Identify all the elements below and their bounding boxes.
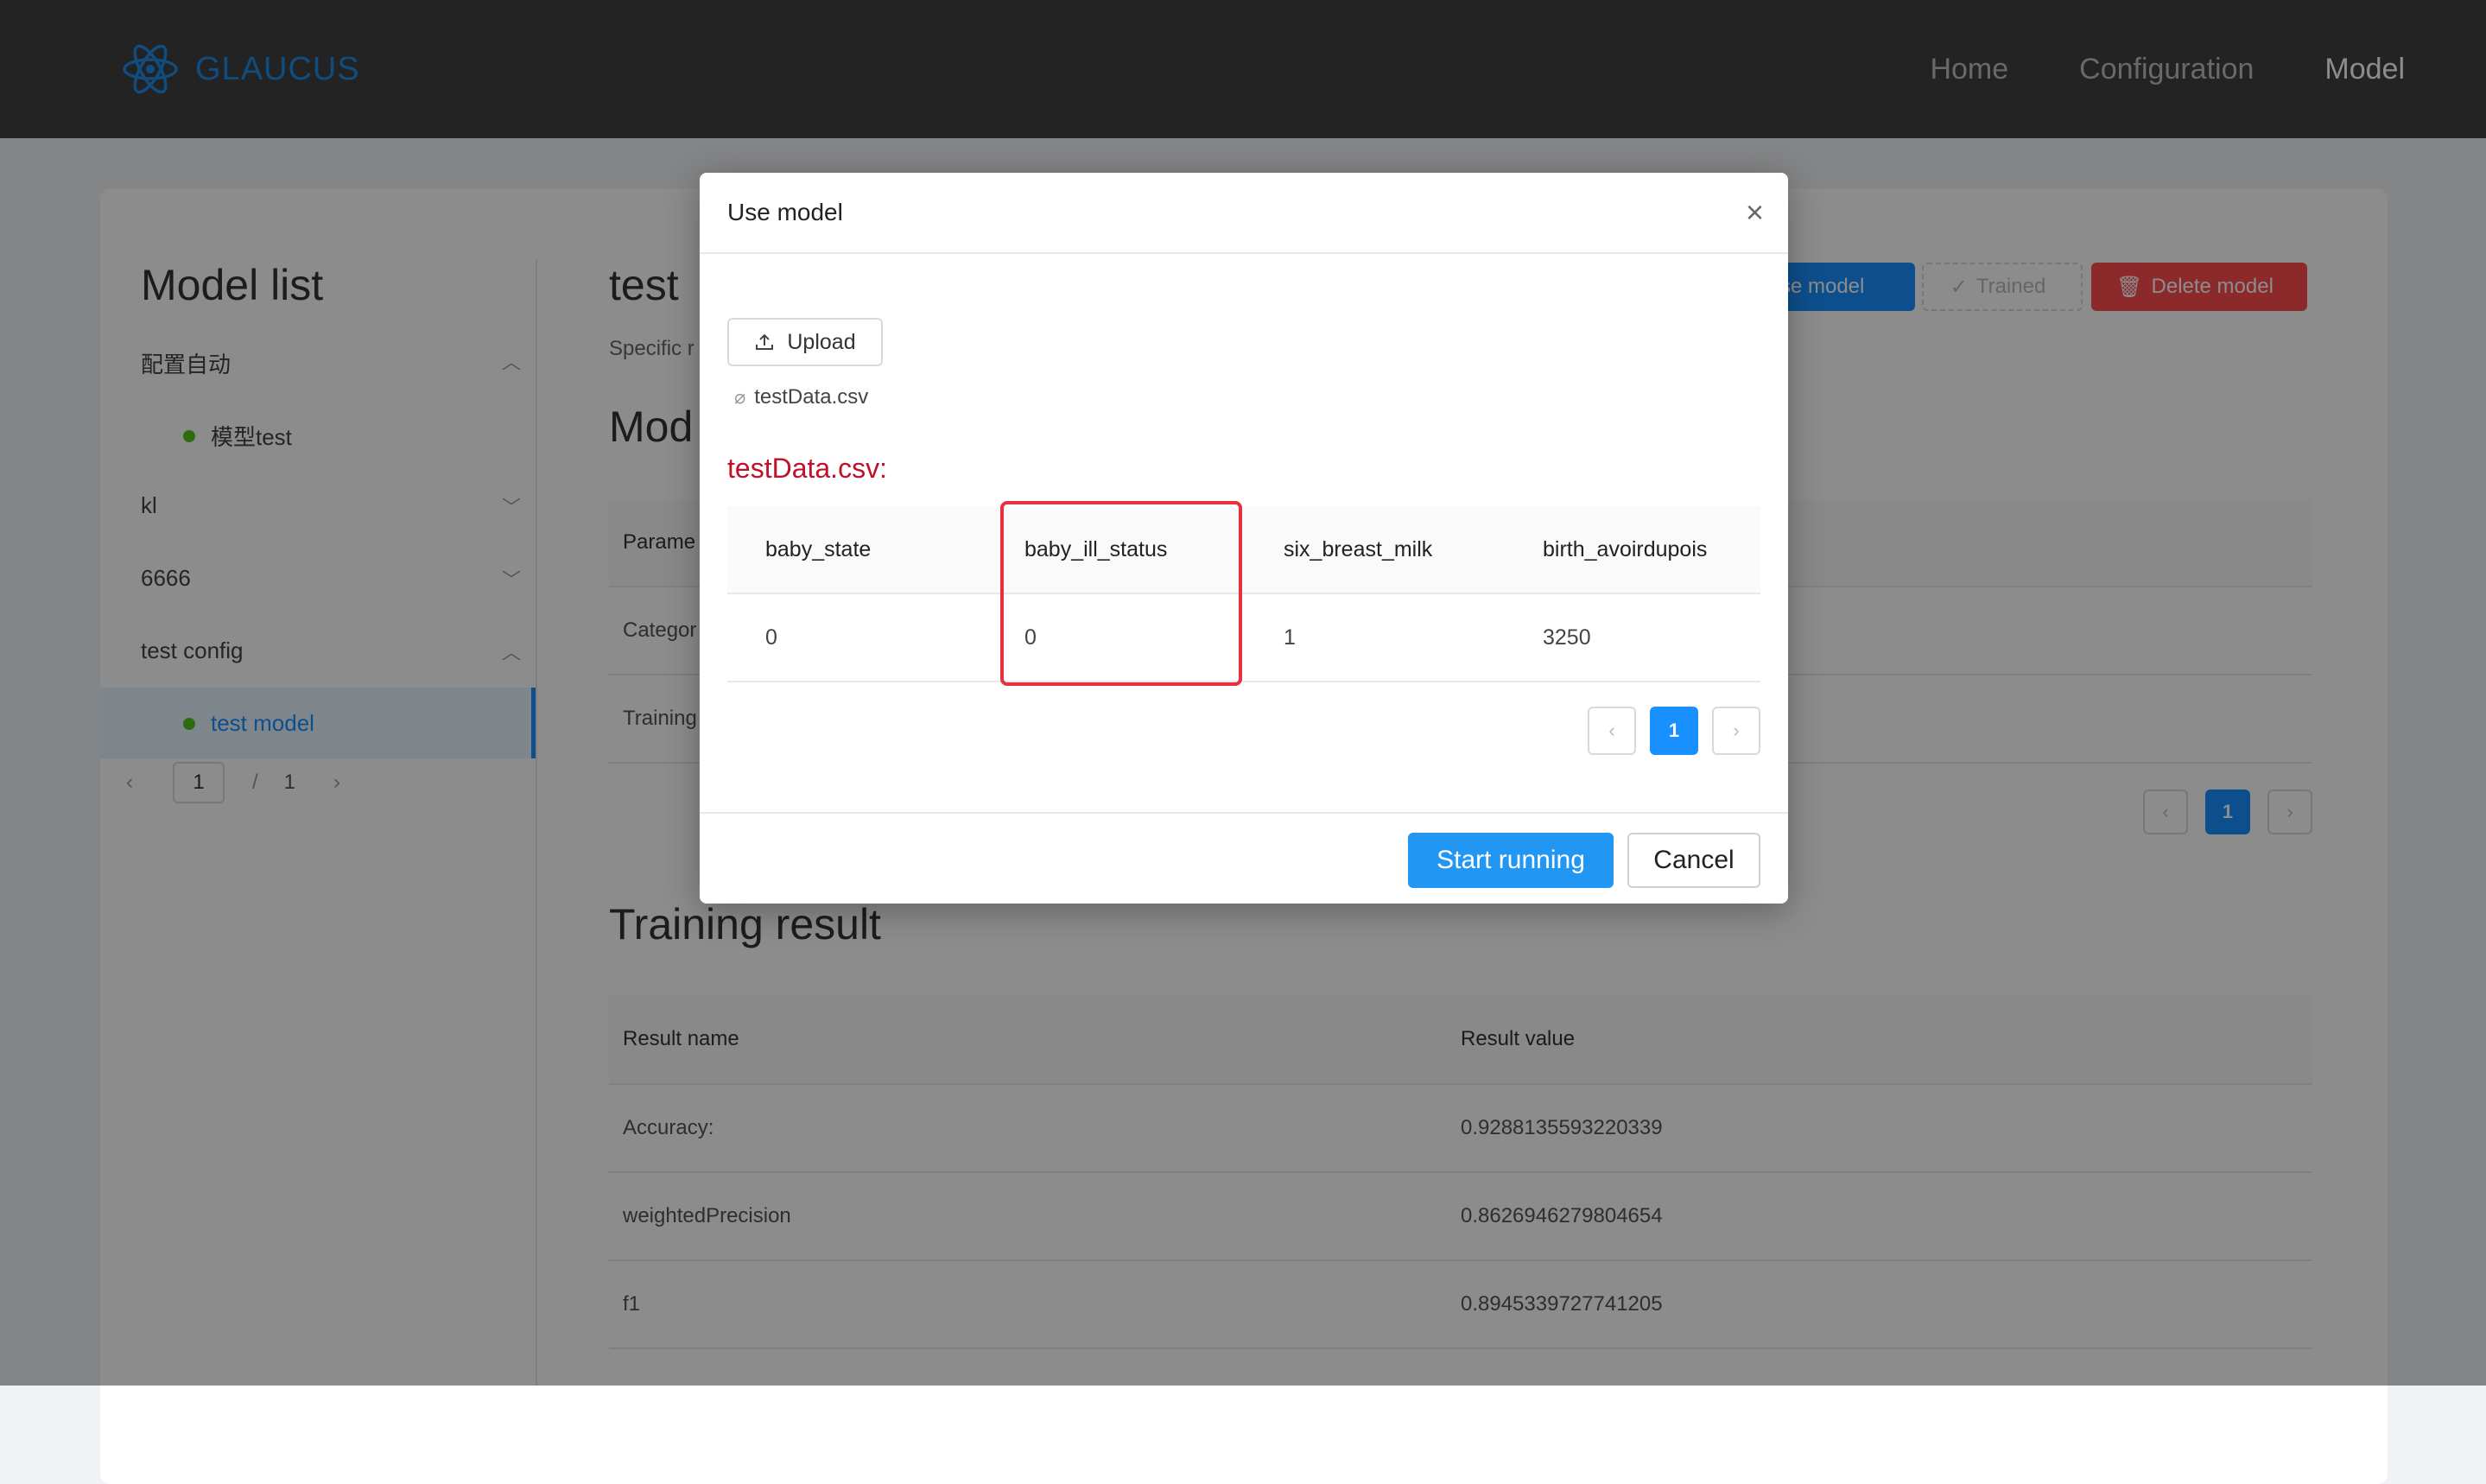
csv-table-title: testData.csv: [727,453,887,484]
column-header: baby_ill_status [1024,536,1168,561]
upload-label: Upload [787,329,856,354]
column-header: six_breast_milk [1284,536,1433,561]
cancel-button[interactable]: Cancel [1627,833,1760,888]
column-header: baby_state [765,536,872,561]
table-cell: 0 [1024,625,1037,650]
table-cell: 3250 [1543,625,1591,650]
use-model-modal: Use model × Upload ⌀ testData.csv testDa… [700,173,1788,904]
upload-icon [756,333,774,350]
column-header: birth_avoirdupois [1543,536,1708,561]
modal-title: Use model [727,199,843,225]
pager-prev-button[interactable]: ‹ [1588,707,1636,755]
modal-header: Use model × [700,173,1788,254]
table-cell: 0 [765,625,777,650]
upload-button[interactable]: Upload [727,318,883,366]
pager-page-button[interactable]: 1 [1650,707,1698,755]
paperclip-icon: ⌀ [734,386,746,408]
file-name: testData.csv [754,385,869,409]
csv-preview-table: baby_state baby_ill_status six_breast_mi… [727,501,1760,686]
table-row: 0 0 1 3250 [727,594,1760,682]
modal-footer: Start running Cancel [700,812,1788,904]
pager-next-button[interactable]: › [1712,707,1760,755]
uploaded-file[interactable]: ⌀ testData.csv [734,385,868,409]
start-running-button[interactable]: Start running [1408,833,1614,888]
table-header: baby_state baby_ill_status six_breast_mi… [727,506,1760,594]
close-icon[interactable]: × [1746,195,1764,230]
table-cell: 1 [1284,625,1296,650]
modal-pager: ‹ 1 › [1588,707,1774,755]
